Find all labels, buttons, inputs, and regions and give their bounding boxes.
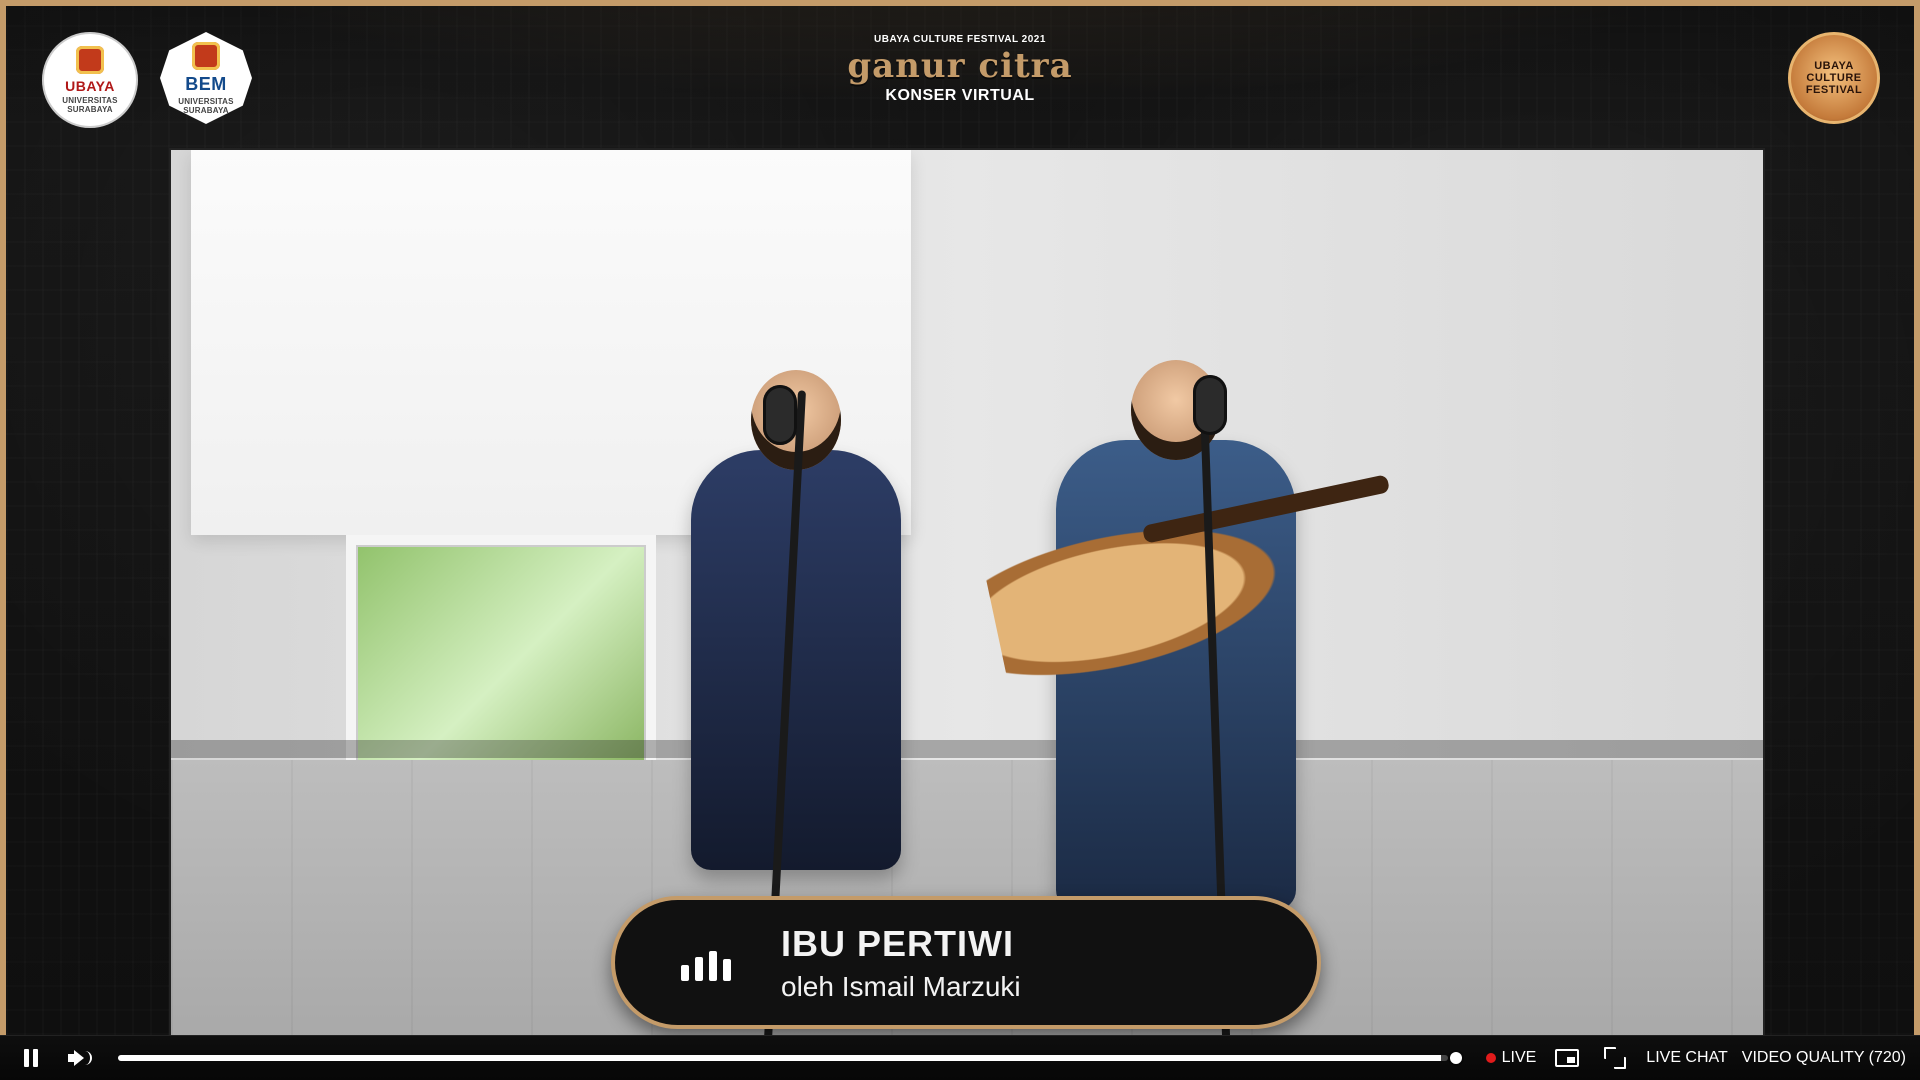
speaker-icon bbox=[68, 1049, 92, 1067]
ubaya-logo-text: UBAYA bbox=[65, 78, 115, 94]
event-title-block: UBAYA CULTURE FESTIVAL 2021 ganur citra … bbox=[847, 34, 1072, 105]
ubaya-emblem-icon bbox=[76, 46, 104, 74]
equalizer-bar-3 bbox=[709, 950, 717, 981]
ubaya-logo-small-text: UNIVERSITAS SURABAYA bbox=[62, 96, 118, 114]
live-chat-button[interactable]: LIVE CHAT bbox=[1646, 1049, 1728, 1067]
live-dot-icon bbox=[1485, 1053, 1496, 1063]
microphone-right bbox=[1193, 375, 1227, 435]
bem-emblem-icon bbox=[192, 41, 220, 70]
seek-bar-knob[interactable] bbox=[1449, 1052, 1462, 1064]
seek-bar-fill bbox=[118, 1055, 1441, 1061]
event-small-title: UBAYA CULTURE FESTIVAL 2021 bbox=[874, 34, 1046, 45]
player-controls-bar: LIVE LIVE CHAT VIDEO QUALITY (720) bbox=[0, 1035, 1920, 1080]
song-info-overlay: IBU PERTIWI oleh Ismail Marzuki bbox=[611, 896, 1321, 1029]
picture-in-picture-button[interactable] bbox=[1550, 1041, 1584, 1075]
app-root: UBAYA UNIVERSITAS SURABAYA BEM UNIVERSIT… bbox=[0, 0, 1920, 1080]
stream-frame: UBAYA UNIVERSITAS SURABAYA BEM UNIVERSIT… bbox=[0, 0, 1920, 1041]
song-text-block: IBU PERTIWI oleh Ismail Marzuki bbox=[781, 923, 1021, 1003]
event-subtitle: KONSER VIRTUAL bbox=[885, 87, 1035, 104]
event-main-title: ganur citra bbox=[847, 46, 1073, 86]
equalizer-bar-2 bbox=[695, 956, 703, 981]
live-label: LIVE bbox=[1501, 1049, 1537, 1066]
seek-bar-container bbox=[118, 1052, 1462, 1064]
equalizer-icon bbox=[675, 933, 735, 993]
volume-button[interactable] bbox=[62, 1041, 96, 1075]
pip-icon bbox=[1555, 1049, 1580, 1067]
baseboard bbox=[171, 740, 1763, 758]
pause-icon bbox=[24, 1049, 38, 1067]
song-title: IBU PERTIWI bbox=[781, 922, 1014, 964]
video-quality-button[interactable]: VIDEO QUALITY (720) bbox=[1742, 1049, 1906, 1067]
equalizer-bar-4 bbox=[723, 958, 731, 981]
pause-button[interactable] bbox=[14, 1041, 48, 1075]
festival-logo-text: UBAYA CULTURE FESTIVAL bbox=[1805, 60, 1863, 96]
microphone-left bbox=[763, 385, 797, 445]
bem-logo-text: BEM bbox=[185, 73, 227, 94]
ubaya-logo: UBAYA UNIVERSITAS SURABAYA bbox=[42, 32, 138, 128]
song-subtitle: oleh Ismail Marzuki bbox=[781, 970, 1021, 1002]
minimize-icon bbox=[1604, 1047, 1627, 1069]
live-indicator: LIVE bbox=[1485, 1049, 1537, 1067]
festival-logo: UBAYA CULTURE FESTIVAL bbox=[1788, 32, 1880, 124]
exit-fullscreen-button[interactable] bbox=[1598, 1041, 1632, 1075]
seek-bar[interactable] bbox=[118, 1055, 1448, 1061]
equalizer-bar-1 bbox=[681, 964, 689, 981]
